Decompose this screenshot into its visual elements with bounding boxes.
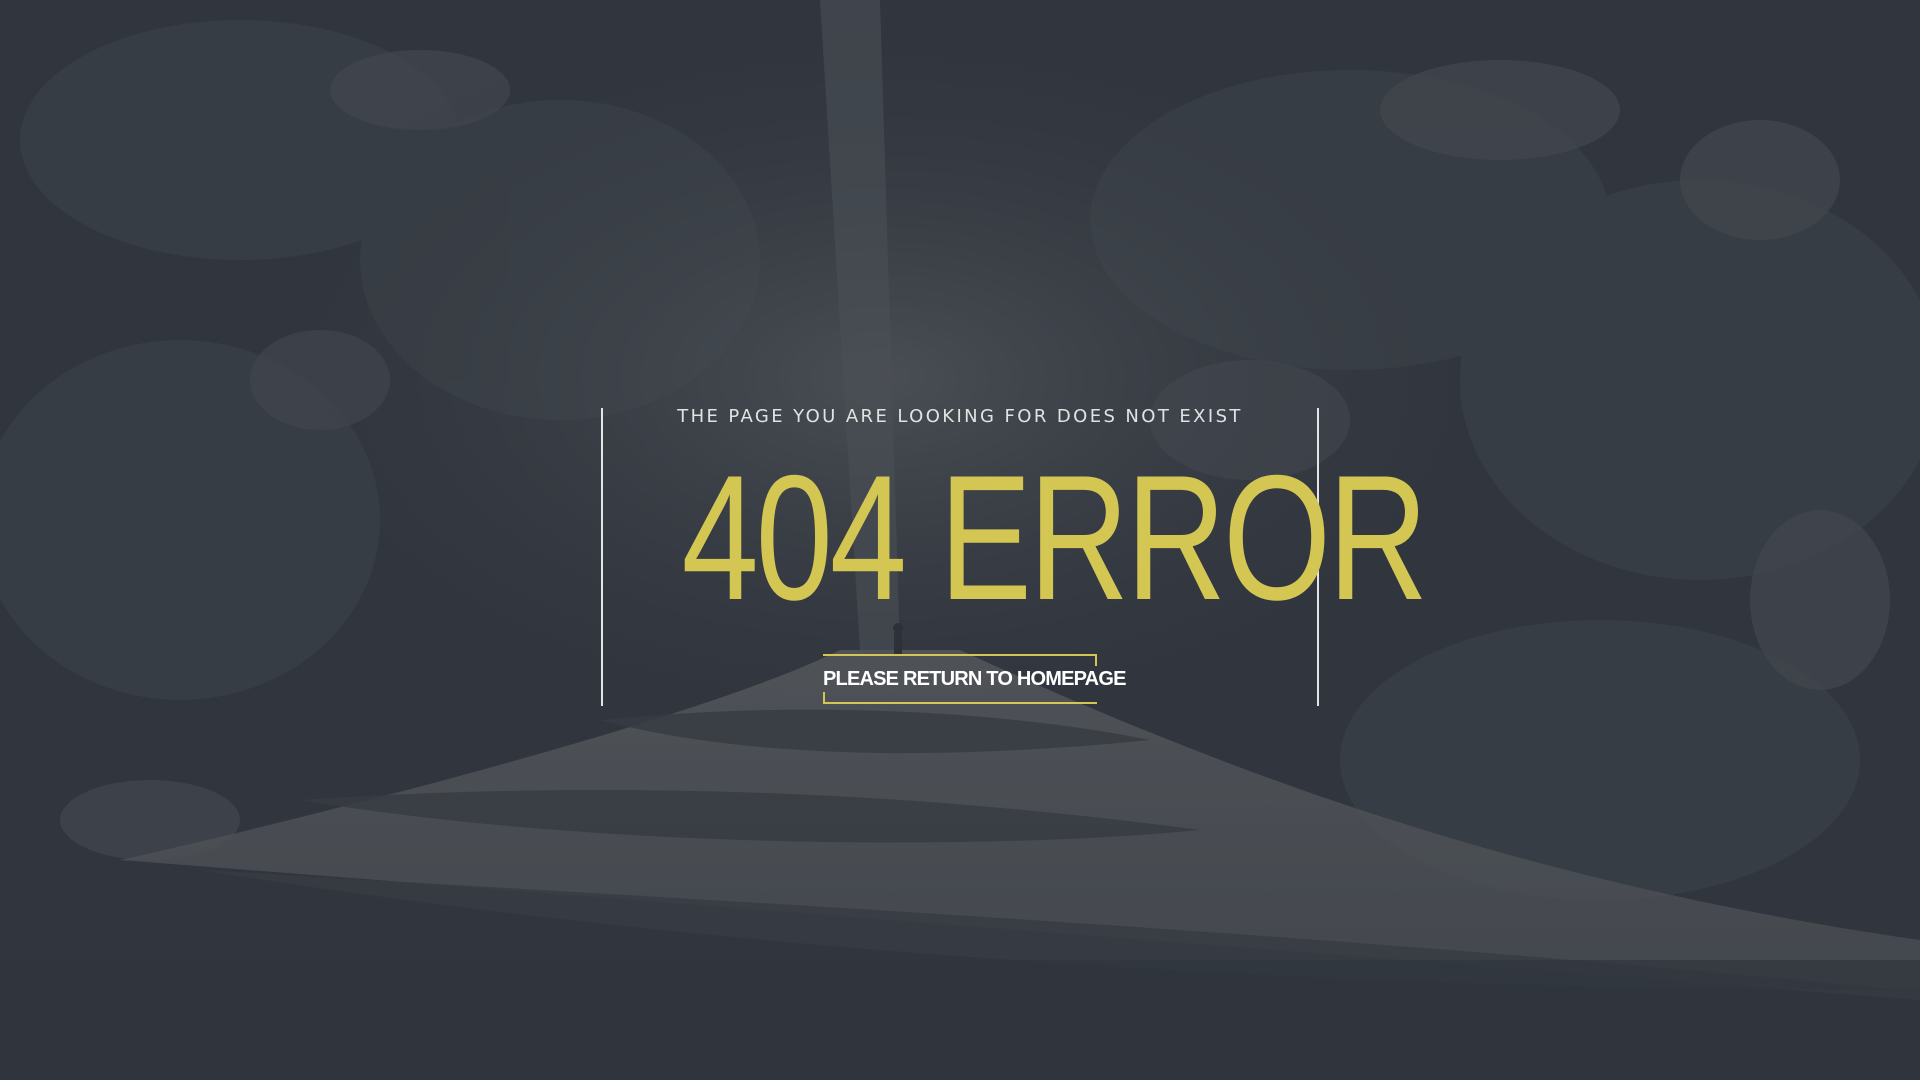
return-homepage-button[interactable]: PLEASE RETURN TO HOMEPAGE — [823, 654, 1126, 704]
return-homepage-label: PLEASE RETURN TO HOMEPAGE — [823, 668, 1126, 690]
error-subtitle: THE PAGE YOU ARE LOOKING FOR DOES NOT EX… — [677, 406, 1243, 427]
error-headline: 404 ERROR — [681, 438, 1429, 637]
error-frame: THE PAGE YOU ARE LOOKING FOR DOES NOT EX… — [601, 406, 1429, 706]
error-page: THE PAGE YOU ARE LOOKING FOR DOES NOT EX… — [0, 0, 1920, 1080]
